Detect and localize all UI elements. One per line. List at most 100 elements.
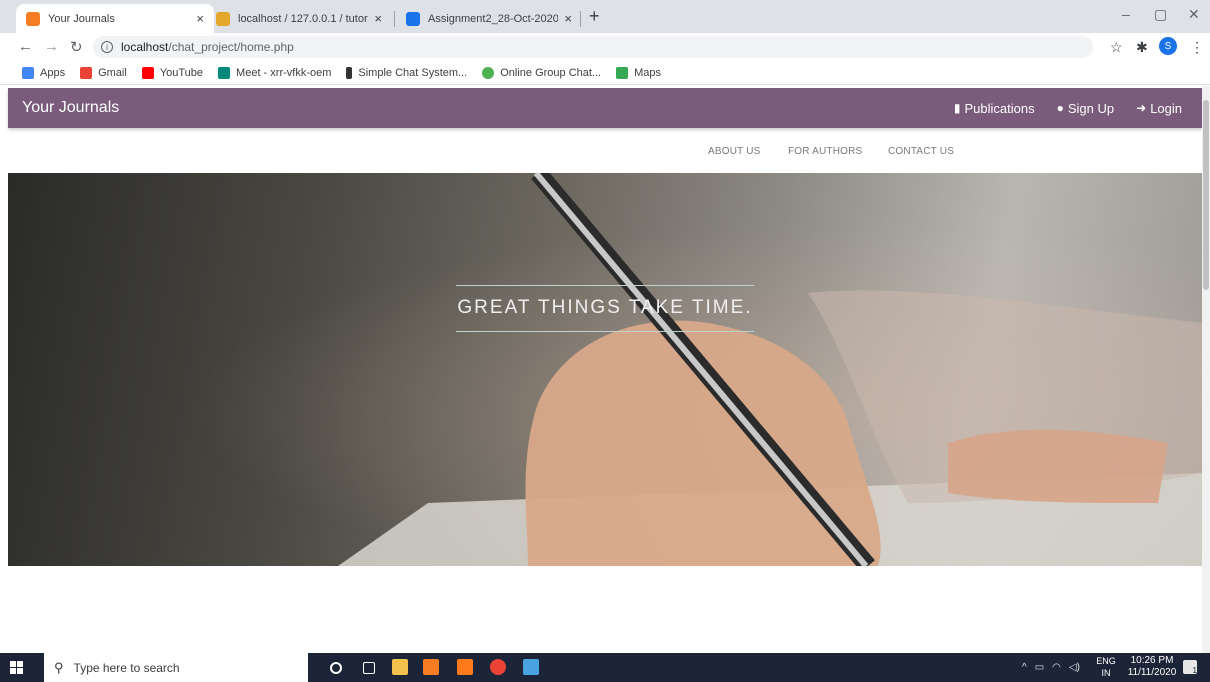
- address-bar[interactable]: i localhost/chat_project/home.php: [93, 36, 1093, 58]
- bookmark-meet[interactable]: Meet - xrr-vfkk-oem: [218, 66, 332, 79]
- new-tab-button[interactable]: +: [589, 6, 600, 27]
- pen-writing-illustration: [338, 173, 1202, 566]
- reload-icon[interactable]: ↻: [70, 38, 83, 56]
- site-navbar: Your Journals ▮ Publications ● Sign Up ➜…: [8, 88, 1202, 128]
- nav-link-login[interactable]: ➜ Login: [1136, 101, 1182, 116]
- bookmarks-bar: Apps Gmail YouTube Meet - xrr-vfkk-oem S…: [0, 61, 1210, 85]
- bookmark-label: Apps: [40, 66, 66, 79]
- chevron-up-icon[interactable]: ^: [1022, 662, 1027, 673]
- back-arrow-icon[interactable]: ←: [18, 38, 33, 55]
- url-host: localhost: [121, 40, 169, 54]
- notification-count: 1: [1192, 666, 1197, 675]
- notification-center-icon[interactable]: 1: [1183, 660, 1197, 675]
- tab-separator: [394, 11, 395, 27]
- journal-favicon-icon: [26, 11, 40, 26]
- tab-title: Your Journals: [48, 12, 115, 25]
- tab-separator: [580, 11, 581, 27]
- bookmark-label: Meet - xrr-vfkk-oem: [236, 66, 332, 79]
- chat-icon: [482, 66, 495, 79]
- bookmark-apps[interactable]: Apps: [22, 66, 66, 79]
- hero-heading-block: GREAT THINGS TAKE TIME.: [456, 285, 754, 332]
- gmail-icon: [80, 66, 93, 79]
- sublime-text-icon[interactable]: [457, 659, 473, 675]
- minimize-icon[interactable]: –: [1122, 6, 1130, 22]
- nav-link-label: Publications: [964, 100, 1035, 116]
- info-icon[interactable]: i: [101, 41, 113, 53]
- close-window-icon[interactable]: ✕: [1188, 6, 1200, 23]
- nav-link-label: Login: [1150, 100, 1182, 116]
- battery-icon[interactable]: ▭: [1035, 662, 1044, 673]
- bookmark-label: Simple Chat System...: [358, 66, 468, 79]
- nav-link-label: Sign Up: [1067, 100, 1115, 116]
- navbar-links: ▮ Publications ● Sign Up ➜ Login: [932, 88, 1182, 128]
- nav-link-publications[interactable]: ▮ Publications: [954, 101, 1035, 116]
- site-brand[interactable]: Your Journals: [22, 99, 119, 117]
- scrollbar-thumb[interactable]: [1203, 100, 1209, 290]
- nav-link-sign-up[interactable]: ● Sign Up: [1057, 101, 1115, 116]
- subnav-contact-us[interactable]: CONTACT US: [888, 146, 954, 157]
- taskbar-search-box[interactable]: ⚲ Type here to search: [44, 653, 308, 682]
- browser-toolbar: ← → ↻ i localhost/chat_project/home.php …: [0, 33, 1210, 61]
- profile-avatar[interactable]: S: [1159, 37, 1177, 55]
- browser-tab-strip: Your Journals × localhost / 127.0.0.1 / …: [0, 0, 1210, 33]
- windows-start-icon[interactable]: [10, 661, 24, 675]
- bookmark-star-icon[interactable]: ☆: [1110, 39, 1123, 56]
- search-placeholder: Type here to search: [73, 660, 180, 675]
- system-tray: ^ ▭ ◠ ◁): [1022, 653, 1080, 682]
- apps-grid-icon: [22, 66, 34, 79]
- subnav-about-us[interactable]: ABOUT US: [708, 146, 761, 157]
- book-icon: ▮: [953, 101, 961, 115]
- close-tab-icon[interactable]: ×: [374, 11, 382, 26]
- browser-tab-phpmyadmin[interactable]: localhost / 127.0.0.1 / tutorial_db ×: [206, 4, 392, 33]
- extensions-puzzle-icon[interactable]: ✱: [1136, 39, 1148, 56]
- forward-arrow-icon[interactable]: →: [44, 38, 59, 55]
- tab-title: localhost / 127.0.0.1 / tutorial_db: [238, 12, 368, 25]
- web-page: Your Journals ▮ Publications ● Sign Up ➜…: [0, 86, 1202, 653]
- bookmark-gmail[interactable]: Gmail: [80, 66, 127, 79]
- hero-divider-bottom: [456, 331, 754, 332]
- calendar-favicon-icon: [406, 11, 420, 26]
- bookmark-youtube[interactable]: YouTube: [141, 66, 204, 79]
- clock-time: 10:26 PM: [1130, 655, 1174, 666]
- login-icon: ➜: [1136, 101, 1147, 115]
- file-explorer-icon[interactable]: [392, 659, 408, 675]
- app-shortcut-icon[interactable]: [523, 659, 539, 675]
- bookmark-maps[interactable]: Maps: [616, 66, 662, 79]
- clock-date: 11/11/2020: [1127, 667, 1177, 678]
- cortana-icon[interactable]: [330, 662, 342, 674]
- page-scrollbar[interactable]: [1202, 86, 1210, 653]
- search-icon: ⚲: [54, 659, 64, 675]
- maximize-icon[interactable]: ▢: [1154, 6, 1167, 23]
- windows-taskbar: ⚲ Type here to search ^ ▭ ◠ ◁) ENG IN 10…: [0, 653, 1210, 682]
- bookmark-label: Maps: [634, 66, 662, 79]
- volume-icon[interactable]: ◁): [1069, 662, 1080, 673]
- tab-title: Assignment2_28-Oct-2020: [428, 12, 559, 25]
- language-top: ENG: [1096, 656, 1116, 666]
- close-tab-icon[interactable]: ×: [196, 11, 204, 26]
- meet-icon: [218, 66, 231, 79]
- browser-tab-your-journals[interactable]: Your Journals ×: [16, 4, 214, 33]
- hero-banner: GREAT THINGS TAKE TIME.: [8, 173, 1202, 566]
- bookmark-label: YouTube: [159, 66, 204, 79]
- bookmark-simple-chat[interactable]: Simple Chat System...: [346, 66, 468, 79]
- language-indicator[interactable]: ENG IN: [1096, 655, 1116, 679]
- xampp-icon[interactable]: [423, 659, 439, 675]
- close-tab-icon[interactable]: ×: [564, 11, 572, 26]
- url-path: /chat_project/home.php: [168, 40, 294, 54]
- hero-heading: GREAT THINGS TAKE TIME.: [457, 297, 753, 318]
- youtube-icon: [141, 66, 154, 79]
- language-bottom: IN: [1101, 668, 1111, 678]
- subnav-for-authors[interactable]: FOR AUTHORS: [788, 146, 862, 157]
- bookmark-label: Online Group Chat...: [500, 66, 602, 79]
- phpmyadmin-favicon-icon: [216, 11, 230, 26]
- taskbar-clock[interactable]: 10:26 PM 11/11/2020: [1124, 655, 1180, 679]
- maps-pin-icon: [616, 66, 629, 79]
- wifi-icon[interactable]: ◠: [1052, 662, 1061, 673]
- bookmark-label: Gmail: [98, 66, 127, 79]
- bookmark-online-group-chat[interactable]: Online Group Chat...: [482, 66, 602, 79]
- chrome-icon[interactable]: [490, 659, 506, 675]
- browser-tab-assignment[interactable]: Assignment2_28-Oct-2020 ×: [396, 4, 582, 33]
- task-view-icon[interactable]: [363, 662, 375, 674]
- menu-kebab-icon[interactable]: ⋮: [1190, 39, 1204, 56]
- feather-icon: [346, 66, 353, 79]
